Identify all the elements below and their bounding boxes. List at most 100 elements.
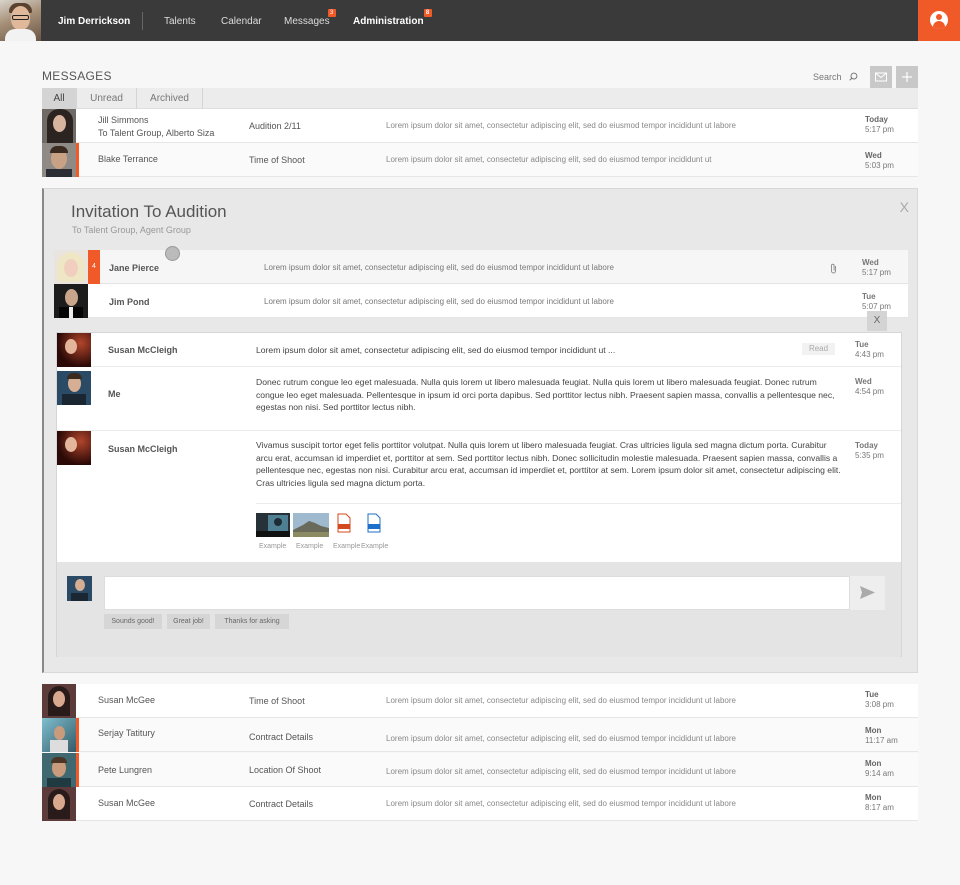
message-row[interactable]: Susan McGee Contract Details Lorem ipsum… [42, 787, 918, 821]
tab-unread[interactable]: Unread [77, 88, 137, 109]
avatar [42, 109, 76, 143]
user-circle-icon [930, 11, 948, 29]
preview-text: Lorem ipsum dolor sit amet, consectetur … [386, 734, 736, 743]
timestamp: Tue 5:07 pm [862, 292, 891, 311]
reply-input[interactable] [104, 576, 850, 610]
message-item[interactable]: Susan McCleigh Vivamus suscipit tortor e… [57, 431, 901, 562]
message-row[interactable]: Blake Terrance Time of Shoot Lorem ipsum… [42, 143, 918, 177]
my-avatar [67, 576, 92, 601]
unread-flag [76, 143, 79, 177]
profile-button[interactable] [918, 0, 960, 41]
nav-administration[interactable]: Administration 8 [353, 9, 432, 27]
close-thread-button[interactable]: X [900, 199, 909, 215]
avatar [42, 718, 76, 752]
thread-title: Invitation To Audition [71, 202, 227, 221]
timestamp: Wed 4:54 pm [855, 377, 884, 396]
avatar [57, 333, 91, 367]
close-conversation-button[interactable]: X [867, 311, 887, 331]
attachment-label: Example [259, 543, 287, 550]
user-avatar[interactable] [0, 0, 41, 41]
landscape-thumbnail-icon [293, 513, 329, 537]
avatar [42, 753, 76, 787]
sender-name: Blake Terrance [98, 154, 158, 164]
send-button[interactable] [850, 576, 885, 610]
unread-flag [76, 753, 79, 787]
image-thumbnail-icon [256, 513, 290, 537]
plus-icon [902, 72, 912, 82]
quick-reply-thanks[interactable]: Thanks for asking [215, 614, 289, 629]
preview-text: Lorem ipsum dolor sit amet, consectetur … [386, 696, 736, 705]
nav-messages[interactable]: Messages 3 [284, 9, 336, 27]
avatar [42, 143, 76, 177]
compose-mail-button[interactable] [870, 66, 892, 88]
attachment-label: Example [361, 543, 389, 550]
message-item[interactable]: Susan McCleigh Lorem ipsum dolor sit ame… [57, 333, 901, 367]
tab-archived[interactable]: Archived [137, 88, 203, 109]
user-name[interactable]: Jim Derrickson [58, 16, 130, 27]
message-row[interactable]: Pete Lungren Location Of Shoot Lorem ips… [42, 753, 918, 787]
doc-file-icon [367, 513, 381, 533]
message-count-badge: 4 [88, 250, 100, 284]
message-row[interactable]: Serjay Tatitury Contract Details Lorem i… [42, 718, 918, 752]
thread-participant-row[interactable]: Jim Pond Lorem ipsum dolor sit amet, con… [54, 284, 908, 318]
sender-name: Susan McGee [98, 695, 156, 705]
avatar [57, 371, 91, 405]
nav-calendar[interactable]: Calendar [221, 16, 262, 27]
avatar [42, 684, 76, 718]
subject: Time of Shoot [249, 155, 305, 165]
message-filter-tabs: All Unread Archived [42, 88, 918, 109]
sender-name: Jill Simmons To Talent Group, Alberto Siz… [98, 115, 215, 138]
search-label[interactable]: Search [813, 72, 842, 82]
preview-text: Lorem ipsum dolor sit amet, consectetur … [386, 767, 736, 776]
messages-count-badge: 3 [327, 9, 336, 17]
timestamp: Wed 5:17 pm [862, 258, 891, 277]
preview-text: Lorem ipsum dolor sit amet, consectetur … [386, 799, 736, 808]
conversation-panel: X Susan McCleigh Lorem ipsum dolor sit a… [56, 311, 902, 657]
subject: Audition 2/11 [249, 121, 301, 131]
message-body: Lorem ipsum dolor sit amet, consectetur … [256, 345, 616, 355]
pdf-file-icon [337, 513, 351, 533]
subject: Time of Shoot [249, 696, 305, 706]
timestamp: Tue 3:08 pm [865, 690, 894, 709]
page-title: MESSAGES [42, 69, 112, 83]
search-icon[interactable] [849, 72, 858, 81]
avatar [42, 787, 76, 821]
quick-reply-great-job[interactable]: Great job! [167, 614, 210, 629]
timestamp: Mon 9:14 am [865, 759, 894, 778]
quick-reply-sounds-good[interactable]: Sounds good! [104, 614, 162, 629]
top-navigation-bar: Jim Derrickson Talents Calendar Messages… [0, 0, 960, 41]
tab-all[interactable]: All [42, 88, 77, 109]
avatar [57, 431, 91, 465]
thread-participant-row[interactable]: 4 Jane Pierce Lorem ipsum dolor sit amet… [54, 250, 908, 284]
timestamp: Today 5:17 pm [865, 115, 894, 134]
subject: Location Of Shoot [249, 765, 322, 775]
avatar [54, 250, 88, 284]
preview-text: Lorem ipsum dolor sit amet, consectetur … [264, 263, 614, 272]
read-status-badge: Read [802, 343, 835, 355]
subject: Contract Details [249, 732, 314, 742]
sender-name: Jim Pond [109, 297, 150, 307]
avatar [54, 284, 88, 318]
sender-name: Pete Lungren [98, 765, 153, 775]
preview-text: Lorem ipsum dolor sit amet, consectetur … [386, 121, 736, 130]
paperclip-icon [831, 263, 836, 274]
sender-name: Serjay Tatitury [98, 728, 155, 738]
reply-composer: Sounds good! Great job! Thanks for askin… [57, 562, 901, 657]
add-button[interactable] [896, 66, 918, 88]
timestamp: Tue 4:43 pm [855, 340, 884, 359]
timestamp: Mon 11:17 am [865, 726, 898, 745]
preview-text: Lorem ipsum dolor sit amet, consectetur … [386, 155, 712, 164]
send-icon [860, 586, 875, 599]
subject: Contract Details [249, 799, 314, 809]
message-item[interactable]: Me Donec rutrum congue leo eget malesuad… [57, 367, 901, 431]
message-row[interactable]: Susan McGee Time of Shoot Lorem ipsum do… [42, 684, 918, 718]
timestamp: Wed 5:03 pm [865, 151, 894, 170]
sender-name: Jane Pierce [109, 263, 160, 273]
message-row[interactable]: Jill Simmons To Talent Group, Alberto Siz… [42, 109, 918, 143]
message-body: Donec rutrum congue leo eget malesuada. … [256, 377, 835, 412]
nav-talents[interactable]: Talents [164, 16, 196, 27]
drag-handle[interactable] [165, 246, 180, 261]
expanded-thread: Invitation To Audition To Talent Group, … [42, 188, 918, 673]
preview-text: Lorem ipsum dolor sit amet, consectetur … [264, 297, 614, 306]
message-body: Vivamus suscipit tortor eget felis portt… [256, 440, 841, 488]
